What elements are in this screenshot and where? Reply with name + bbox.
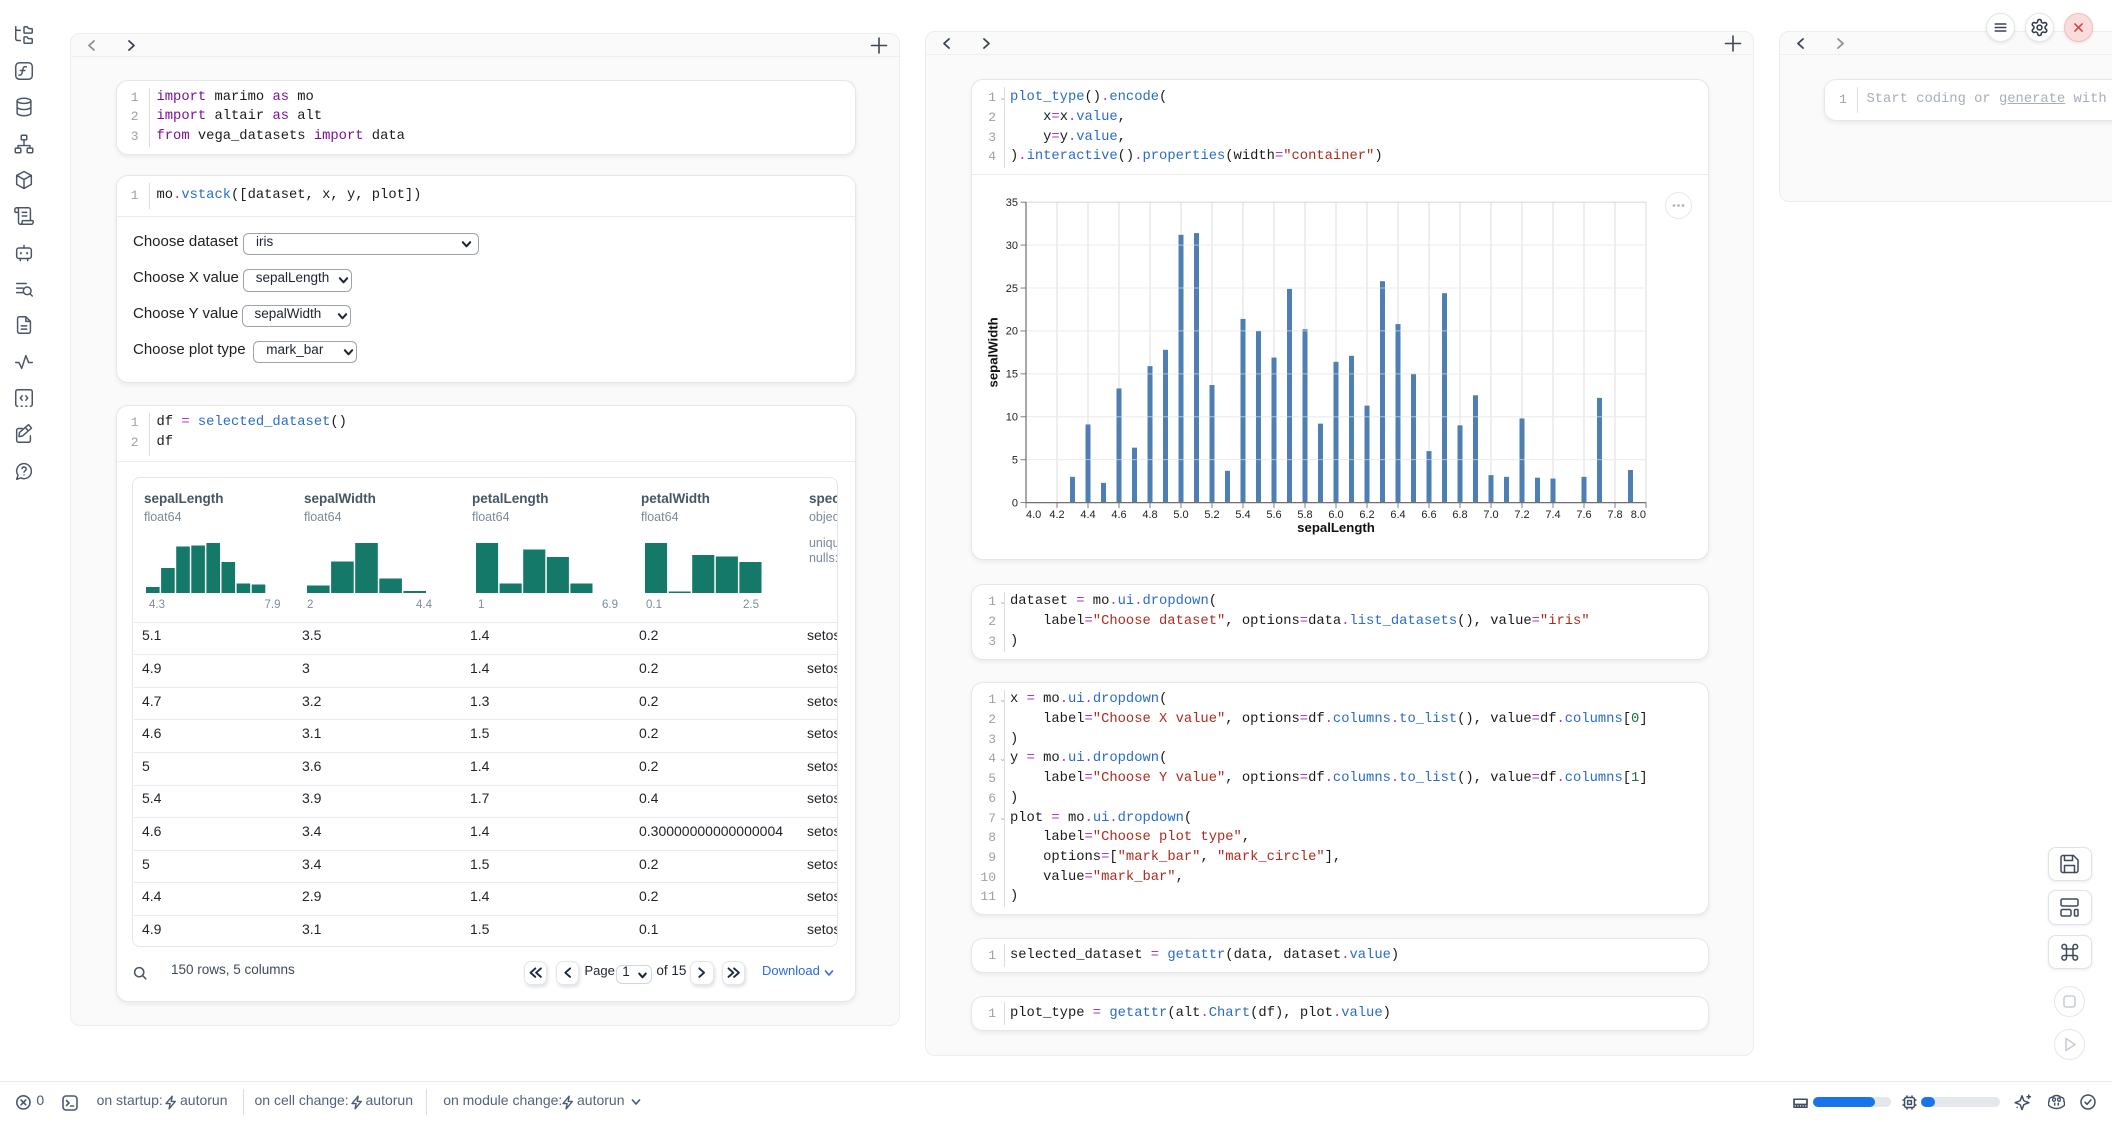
svg-text:5: 5	[1011, 455, 1017, 467]
svg-text:0: 0	[1011, 497, 1017, 509]
svg-text:8.0: 8.0	[1630, 509, 1645, 521]
svg-text:6.6: 6.6	[1421, 509, 1436, 521]
svg-text:5.0: 5.0	[1173, 509, 1188, 521]
svg-text:25: 25	[1005, 283, 1017, 295]
svg-text:5.6: 5.6	[1266, 509, 1281, 521]
svg-text:35: 35	[1005, 197, 1017, 209]
svg-text:4.8: 4.8	[1142, 509, 1157, 521]
svg-text:7.8: 7.8	[1607, 509, 1622, 521]
svg-text:5.2: 5.2	[1204, 509, 1219, 521]
svg-text:20: 20	[1005, 326, 1017, 338]
svg-text:7.0: 7.0	[1483, 509, 1498, 521]
svg-text:4.6: 4.6	[1111, 509, 1126, 521]
svg-text:7.2: 7.2	[1514, 509, 1529, 521]
svg-text:15: 15	[1005, 369, 1017, 381]
svg-text:6.8: 6.8	[1452, 509, 1467, 521]
svg-text:7.4: 7.4	[1545, 509, 1560, 521]
svg-text:4.4: 4.4	[1080, 509, 1095, 521]
svg-text:30: 30	[1005, 240, 1017, 252]
svg-text:sepalWidth: sepalWidth	[985, 317, 1000, 387]
svg-text:6.4: 6.4	[1390, 509, 1405, 521]
svg-text:5.4: 5.4	[1235, 509, 1250, 521]
svg-text:10: 10	[1005, 412, 1017, 424]
svg-text:4.2: 4.2	[1049, 509, 1064, 521]
svg-text:7.6: 7.6	[1576, 509, 1591, 521]
svg-text:sepalLength: sepalLength	[1297, 520, 1375, 535]
svg-text:4.0: 4.0	[1026, 509, 1041, 521]
